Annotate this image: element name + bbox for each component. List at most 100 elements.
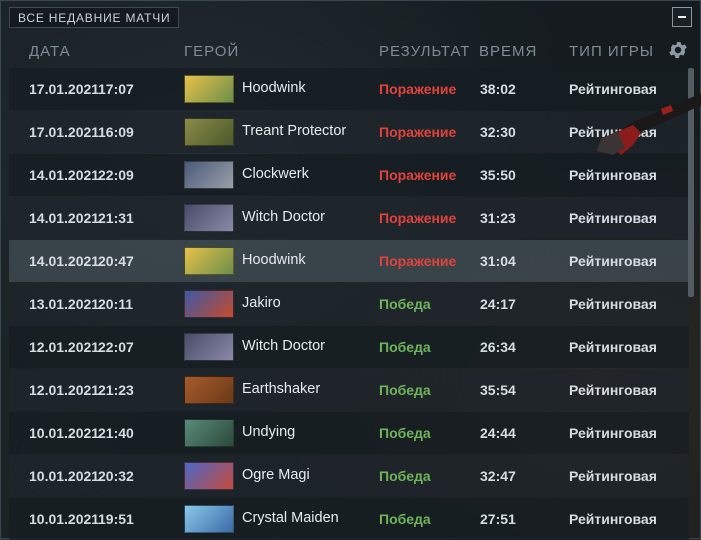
header-result[interactable]: РЕЗУЛЬТАТ bbox=[379, 43, 470, 60]
hero-portrait[interactable] bbox=[184, 462, 234, 490]
match-time: 21:31 bbox=[98, 210, 134, 226]
hero-name[interactable]: Treant Protector bbox=[242, 123, 346, 139]
match-duration: 38:02 bbox=[480, 81, 516, 97]
match-game-type: Рейтинговая bbox=[569, 468, 657, 484]
match-row[interactable]: 10.01.2021 21:40 Undying Победа 24:44 Рейтинг… bbox=[9, 412, 689, 454]
match-result: Победа bbox=[379, 511, 431, 527]
match-date: 12.01.2021 bbox=[29, 382, 100, 398]
header-duration[interactable]: ВРЕМЯ bbox=[479, 43, 537, 60]
hero-name[interactable]: Jakiro bbox=[242, 295, 281, 311]
match-result: Победа bbox=[379, 468, 431, 484]
match-duration: 26:34 bbox=[480, 339, 516, 355]
match-time: 19:51 bbox=[98, 511, 134, 527]
match-game-type: Рейтинговая bbox=[569, 210, 657, 226]
match-game-type: Рейтинговая bbox=[569, 339, 657, 355]
match-row[interactable]: 17.01.2021 17:07 Hoodwink Поражение 38:02 Рей… bbox=[9, 68, 689, 110]
match-time: 21:23 bbox=[98, 382, 134, 398]
match-row[interactable]: 12.01.2021 21:23 Earthshaker Победа 35:54 Рей… bbox=[9, 369, 689, 411]
hero-portrait[interactable] bbox=[184, 419, 234, 447]
match-time: 20:47 bbox=[98, 253, 134, 269]
match-time: 16:09 bbox=[98, 124, 134, 140]
match-date: 13.01.2021 bbox=[29, 296, 100, 312]
match-result: Победа bbox=[379, 425, 431, 441]
match-date: 17.01.2021 bbox=[29, 124, 100, 140]
match-time: 17:07 bbox=[98, 81, 134, 97]
hero-portrait[interactable] bbox=[184, 161, 234, 189]
match-row[interactable]: 13.01.2021 20:11 Jakiro Победа 24:17 Рейтинго… bbox=[9, 283, 689, 325]
match-row[interactable]: 14.01.2021 21:31 Witch Doctor Поражение 31:2… bbox=[9, 197, 689, 239]
table-header: ДАТА ГЕРОЙ РЕЗУЛЬТАТ ВРЕМЯ ТИП ИГРЫ bbox=[1, 34, 701, 67]
hero-name[interactable]: Witch Doctor bbox=[242, 209, 325, 225]
match-row[interactable]: 17.01.2021 16:09 Treant Protector Поражение… bbox=[9, 111, 689, 153]
hero-name[interactable]: Hoodwink bbox=[242, 252, 306, 268]
match-date: 10.01.2021 bbox=[29, 511, 100, 527]
collapse-button[interactable] bbox=[672, 7, 692, 27]
match-date: 12.01.2021 bbox=[29, 339, 100, 355]
match-result: Поражение bbox=[379, 253, 457, 269]
hero-name[interactable]: Hoodwink bbox=[242, 80, 306, 96]
hero-name[interactable]: Ogre Magi bbox=[242, 467, 310, 483]
hero-portrait[interactable] bbox=[184, 204, 234, 232]
hero-portrait[interactable] bbox=[184, 376, 234, 404]
header-date[interactable]: ДАТА bbox=[29, 43, 71, 60]
match-row[interactable]: 14.01.2021 22:09 Clockwerk Поражение 35:50 Ре… bbox=[9, 154, 689, 196]
match-duration: 27:51 bbox=[480, 511, 516, 527]
hero-portrait[interactable] bbox=[184, 505, 234, 533]
match-result: Победа bbox=[379, 382, 431, 398]
minus-icon bbox=[678, 16, 686, 18]
header-hero[interactable]: ГЕРОЙ bbox=[184, 43, 239, 60]
match-result: Поражение bbox=[379, 124, 457, 140]
match-duration: 24:44 bbox=[480, 425, 516, 441]
match-duration: 32:47 bbox=[480, 468, 516, 484]
match-date: 10.01.2021 bbox=[29, 425, 100, 441]
match-time: 20:32 bbox=[98, 468, 134, 484]
gear-icon[interactable] bbox=[667, 39, 689, 61]
match-game-type: Рейтинговая bbox=[569, 296, 657, 312]
match-result: Поражение bbox=[379, 167, 457, 183]
recent-matches-panel: ВСЕ НЕДАВНИЕ МАТЧИ ДАТА ГЕРОЙ РЕЗУЛЬТАТ … bbox=[0, 0, 701, 540]
match-game-type: Рейтинговая bbox=[569, 425, 657, 441]
match-result: Победа bbox=[379, 296, 431, 312]
hero-name[interactable]: Witch Doctor bbox=[242, 338, 325, 354]
match-duration: 31:23 bbox=[480, 210, 516, 226]
match-result: Поражение bbox=[379, 81, 457, 97]
match-date: 10.01.2021 bbox=[29, 468, 100, 484]
match-duration: 32:30 bbox=[480, 124, 516, 140]
match-result: Победа bbox=[379, 339, 431, 355]
match-row[interactable]: 12.01.2021 22:07 Witch Doctor Победа 26:34 Ре… bbox=[9, 326, 689, 368]
panel-title: ВСЕ НЕДАВНИЕ МАТЧИ bbox=[9, 7, 180, 28]
match-game-type: Рейтинговая bbox=[569, 382, 657, 398]
match-duration: 35:50 bbox=[480, 167, 516, 183]
hero-portrait[interactable] bbox=[184, 290, 234, 318]
match-result: Поражение bbox=[379, 210, 457, 226]
match-time: 22:07 bbox=[98, 339, 134, 355]
match-time: 21:40 bbox=[98, 425, 134, 441]
match-row[interactable]: 10.01.2021 19:51 Crystal Maiden Победа 27:51… bbox=[9, 498, 689, 540]
hero-portrait[interactable] bbox=[184, 333, 234, 361]
hero-name[interactable]: Undying bbox=[242, 424, 295, 440]
match-date: 14.01.2021 bbox=[29, 253, 100, 269]
hero-portrait[interactable] bbox=[184, 75, 234, 103]
match-game-type: Рейтинговая bbox=[569, 124, 657, 140]
match-date: 17.01.2021 bbox=[29, 81, 100, 97]
hero-name[interactable]: Crystal Maiden bbox=[242, 510, 339, 526]
match-row[interactable]: 10.01.2021 20:32 Ogre Magi Победа 32:47 Рейти… bbox=[9, 455, 689, 497]
hero-name[interactable]: Clockwerk bbox=[242, 166, 309, 182]
scrollbar-thumb[interactable] bbox=[688, 68, 694, 297]
match-duration: 24:17 bbox=[480, 296, 516, 312]
match-game-type: Рейтинговая bbox=[569, 511, 657, 527]
matches-list: 17.01.2021 17:07 Hoodwink Поражение 38:02 Рей… bbox=[9, 68, 689, 540]
match-row[interactable]: 14.01.2021 20:47 Hoodwink Поражение 31:04 Рей… bbox=[9, 240, 689, 282]
match-date: 14.01.2021 bbox=[29, 167, 100, 183]
hero-portrait[interactable] bbox=[184, 247, 234, 275]
match-game-type: Рейтинговая bbox=[569, 81, 657, 97]
match-duration: 35:54 bbox=[480, 382, 516, 398]
match-duration: 31:04 bbox=[480, 253, 516, 269]
match-time: 22:09 bbox=[98, 167, 134, 183]
header-game-type[interactable]: ТИП ИГРЫ bbox=[569, 43, 654, 60]
match-date: 14.01.2021 bbox=[29, 210, 100, 226]
hero-portrait[interactable] bbox=[184, 118, 234, 146]
match-game-type: Рейтинговая bbox=[569, 253, 657, 269]
match-game-type: Рейтинговая bbox=[569, 167, 657, 183]
hero-name[interactable]: Earthshaker bbox=[242, 381, 320, 397]
